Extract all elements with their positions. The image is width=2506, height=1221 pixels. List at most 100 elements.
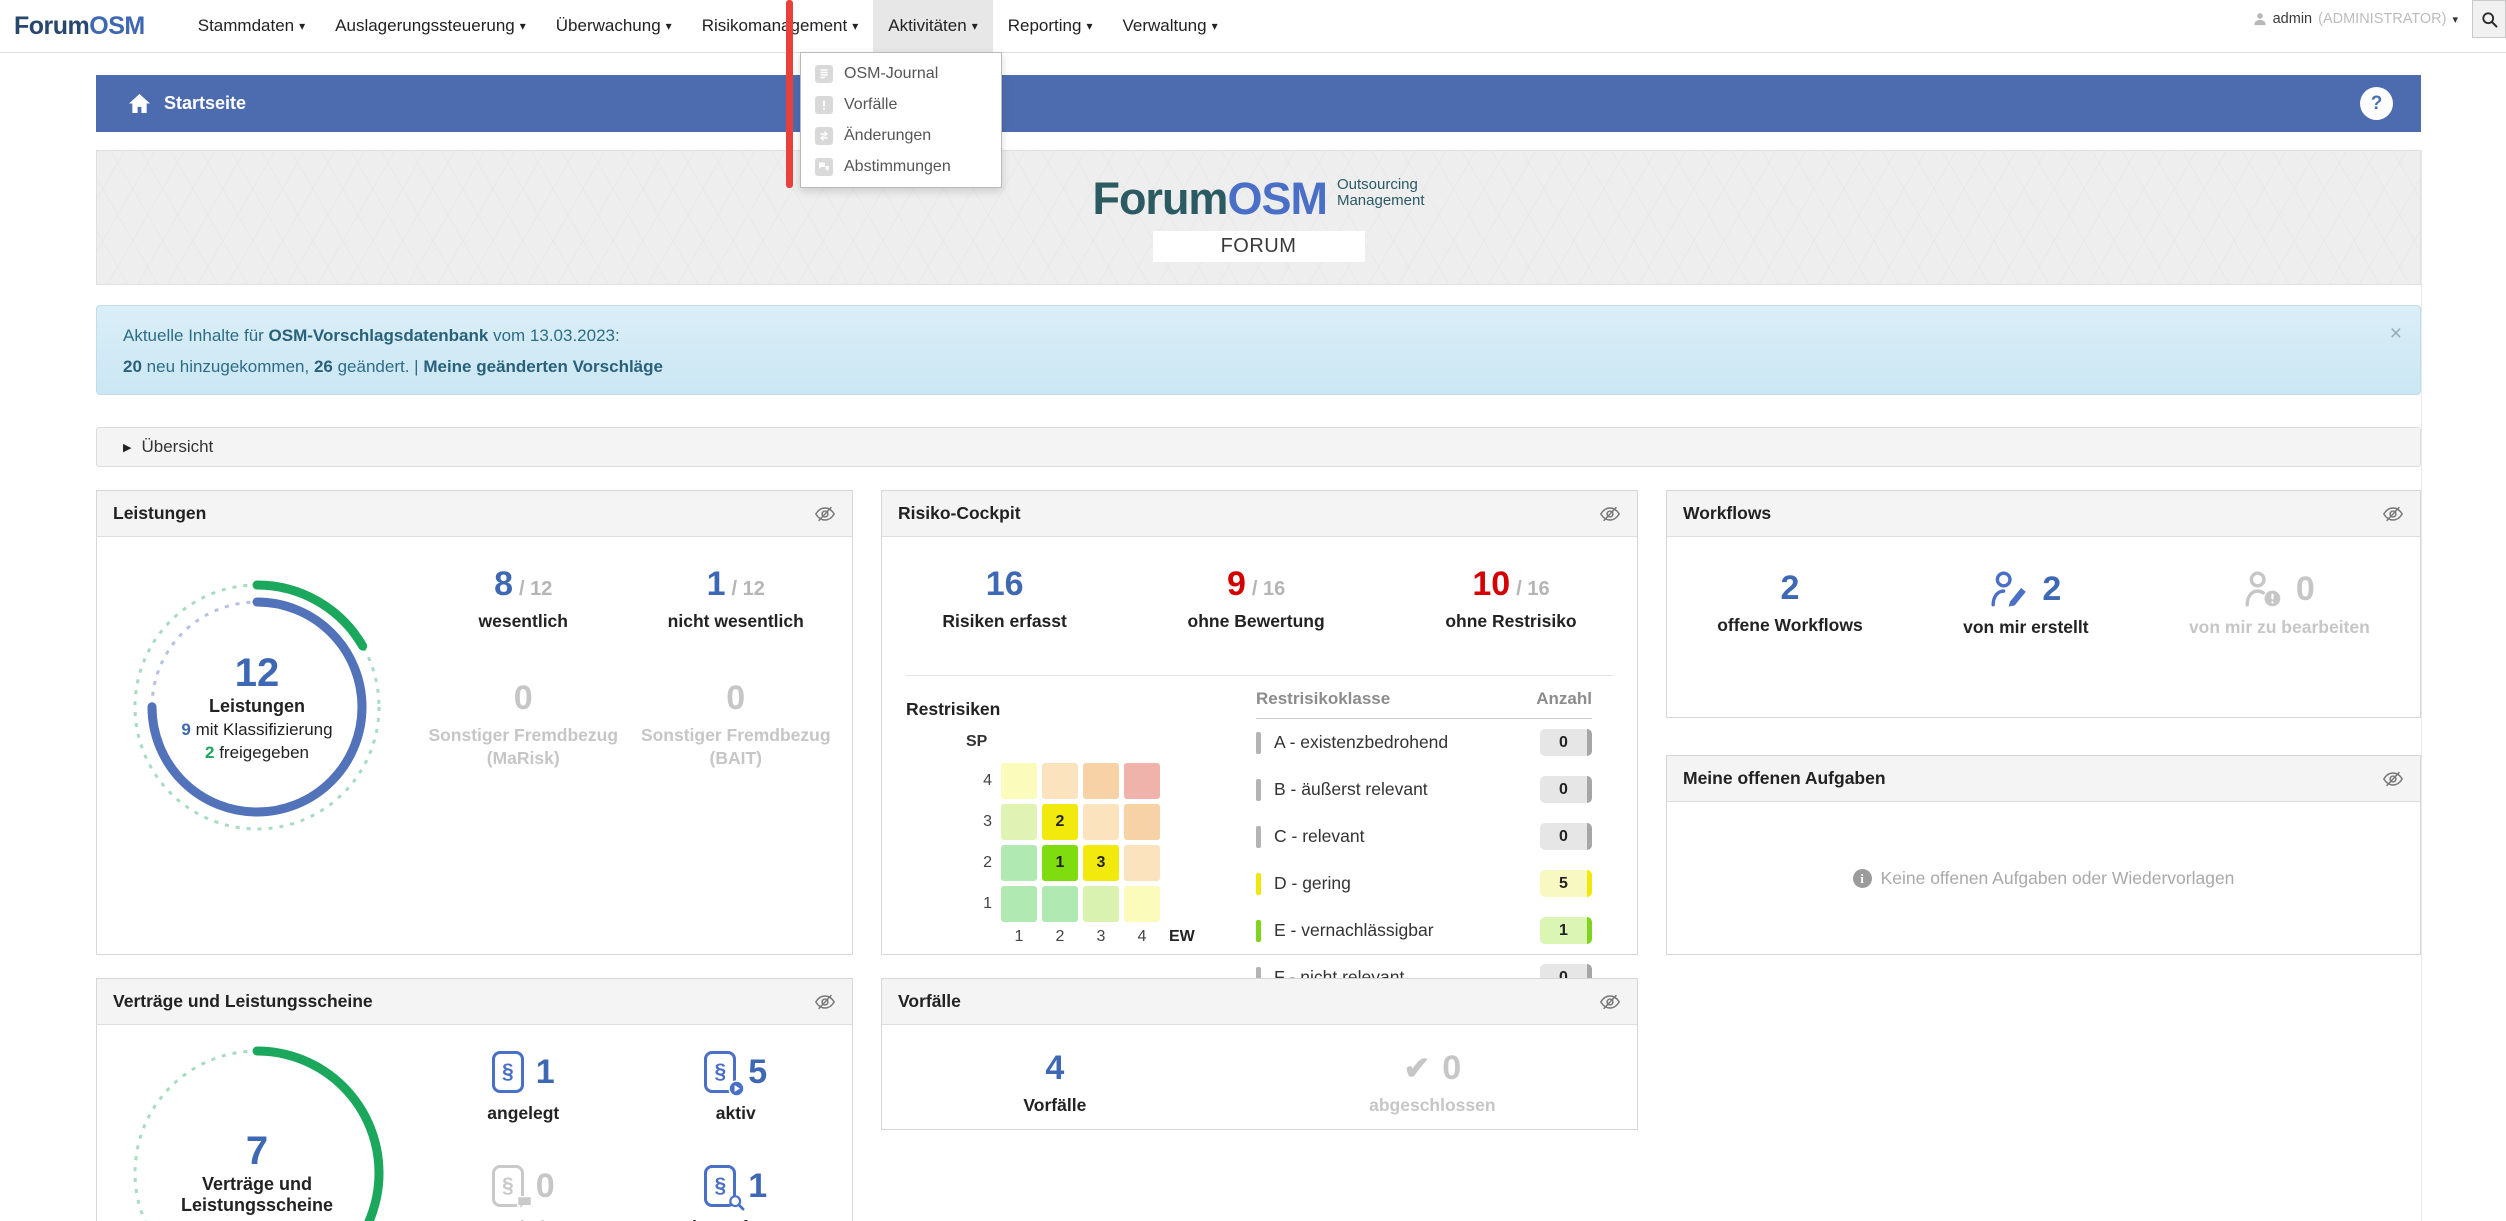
annotation-red-line — [786, 0, 793, 188]
nav-item-verwaltung[interactable]: Verwaltung▾ — [1107, 0, 1232, 52]
hide-card-button[interactable] — [814, 993, 836, 1011]
card-workflows: Workflows 2offene Workflows2von mir erst… — [1666, 490, 2421, 718]
risiko-stats: 16Risiken erfasst9/ 16ohne Bewertung10/ … — [882, 537, 1637, 633]
overview-label: Übersicht — [141, 437, 213, 457]
menu-item-osm-journal[interactable]: OSM-Journal — [801, 58, 1001, 89]
close-icon[interactable]: × — [2390, 318, 2402, 350]
heatmap-cell-sp4-ew1[interactable] — [1001, 763, 1037, 799]
menu-item-nderungen[interactable]: Änderungen — [801, 120, 1001, 151]
chevron-down-icon: ▾ — [852, 19, 858, 33]
stat-wesentlich: 8/ 12wesentlich — [417, 567, 630, 633]
collapse-arrow-icon: ▶ — [123, 441, 131, 454]
card-title: Vorfälle — [898, 991, 961, 1012]
heatmap-row-label: 1 — [966, 895, 992, 913]
hero-logo-part2: OSM — [1227, 173, 1327, 224]
count-badge: 0 — [1540, 729, 1592, 756]
nav-item-auslagerungssteuerung[interactable]: Auslagerungssteuerung▾ — [320, 0, 541, 52]
table-row-a-existenzbedrohend[interactable]: A - existenzbedrohend0 — [1256, 719, 1592, 766]
heatmap-cell-sp4-ew2[interactable] — [1042, 763, 1078, 799]
hide-card-button[interactable] — [1599, 993, 1621, 1011]
table-row-e-vernachl-ssigbar[interactable]: E - vernachlässigbar1 — [1256, 907, 1592, 954]
nav-item-aktivit-ten[interactable]: Aktivitäten▾ — [873, 0, 992, 52]
hide-card-button[interactable] — [1599, 505, 1621, 523]
main-menu: Stammdaten▾Auslagerungssteuerung▾Überwac… — [183, 0, 1233, 52]
restrisiken-heading: Restrisiken — [906, 699, 1000, 720]
heatmap-cell-sp3-ew1[interactable] — [1001, 804, 1037, 840]
menu-item-abstimmungen[interactable]: Abstimmungen — [801, 151, 1001, 182]
table-header-count: Anzahl — [1536, 689, 1592, 709]
heatmap-cell-sp1-ew3[interactable] — [1083, 886, 1119, 922]
paragraph-icon: § — [492, 1051, 524, 1093]
heatmap-col-label: 1 — [1001, 928, 1037, 946]
eye-slash-icon — [1599, 993, 1621, 1011]
workflows-stats: 2offene Workflows2von mir erstellt0von m… — [1667, 537, 2420, 639]
brand-logo[interactable]: ForumOSM — [14, 12, 145, 41]
heatmap-cell-sp3-ew4[interactable] — [1124, 804, 1160, 840]
alert-db-name: OSM-Vorschlagsdatenbank — [269, 326, 489, 345]
hero-logo-part1: Forum — [1092, 173, 1227, 224]
heatmap-cell-sp2-ew3[interactable]: 3 — [1083, 845, 1119, 881]
class-color-bar — [1256, 826, 1261, 848]
chevron-down-icon: ▾ — [1086, 19, 1092, 33]
user-menu[interactable]: admin (ADMINISTRATOR) ▾ — [2253, 0, 2458, 38]
class-color-bar — [1256, 732, 1261, 754]
count-badge: 0 — [1540, 823, 1592, 850]
heatmap-cell-sp2-ew4[interactable] — [1124, 845, 1160, 881]
heatmap-cell-sp4-ew3[interactable] — [1083, 763, 1119, 799]
table-row-b-u-erst-relevant[interactable]: B - äußerst relevant0 — [1256, 766, 1592, 813]
hero-forum-label: FORUM — [1153, 231, 1365, 262]
heatmap-cell-sp1-ew2[interactable] — [1042, 886, 1078, 922]
card-title: Risiko-Cockpit — [898, 503, 1021, 524]
chevron-down-icon: ▾ — [2452, 13, 2458, 26]
vertraege-donut-chart: 7 Verträge und Leistungsscheine — [125, 1041, 389, 1221]
heatmap-cell-sp2-ew2[interactable]: 1 — [1042, 845, 1078, 881]
overview-toggle[interactable]: ▶ Übersicht — [96, 427, 2421, 467]
vertraege-stats: §1angelegt§5aktiv§0angebahnt§1in Prüfung — [417, 1051, 842, 1221]
leistungen-donut-chart: 12 Leistungen 9 mit Klassifizierung 2 fr… — [125, 575, 389, 839]
heatmap-x-axis-label: EW — [1169, 928, 1195, 946]
my-changed-proposals-link[interactable]: Meine geänderten Vorschläge — [423, 357, 663, 376]
menu-item-vorf-lle[interactable]: Vorfälle — [801, 89, 1001, 120]
nav-item-reporting[interactable]: Reporting▾ — [993, 0, 1108, 52]
person-edit-icon — [1990, 571, 2030, 607]
nav-item-risikomanagement[interactable]: Risikomanagement▾ — [687, 0, 874, 52]
eye-slash-icon — [814, 993, 836, 1011]
nav-item-stammdaten[interactable]: Stammdaten▾ — [183, 0, 320, 52]
page-title: Startseite — [164, 93, 246, 114]
hide-card-button[interactable] — [2382, 505, 2404, 523]
table-row-c-relevant[interactable]: C - relevant0 — [1256, 813, 1592, 860]
hide-card-button[interactable] — [2382, 770, 2404, 788]
hero-logo: ForumOSM Outsourcing Management — [1092, 173, 1424, 225]
search-button[interactable] — [2472, 0, 2506, 38]
chevron-down-icon: ▾ — [1212, 19, 1218, 33]
table-header-class: Restrisikoklasse — [1256, 689, 1390, 709]
heatmap-cell-sp1-ew4[interactable] — [1124, 886, 1160, 922]
count-badge: 5 — [1540, 870, 1592, 897]
stat-abgeschlossen: ✔0abgeschlossen — [1369, 1051, 1495, 1117]
heatmap-y-axis-label: SP — [966, 733, 1195, 751]
home-icon — [128, 93, 151, 114]
news-alert: Aktuelle Inhalte für OSM-Vorschlagsdaten… — [96, 305, 2421, 395]
table-row-d-gering[interactable]: D - gering5 — [1256, 860, 1592, 907]
heatmap-cell-sp4-ew4[interactable] — [1124, 763, 1160, 799]
brand-part1: Forum — [14, 12, 89, 40]
stat-angelegt: §1angelegt — [417, 1051, 630, 1125]
eye-slash-icon — [2382, 770, 2404, 788]
card-title: Verträge und Leistungsscheine — [113, 991, 373, 1012]
help-button[interactable]: ? — [2360, 87, 2393, 120]
user-role: (ADMINISTRATOR) — [2318, 11, 2446, 27]
hide-card-button[interactable] — [814, 505, 836, 523]
forumosm-dashboard: ForumOSM Stammdaten▾Auslagerungssteuerun… — [0, 0, 2506, 1221]
journal-icon — [815, 65, 833, 83]
heatmap-cell-sp3-ew3[interactable] — [1083, 804, 1119, 840]
stat-ohne-restrisiko: 10/ 16ohne Restrisiko — [1445, 567, 1576, 633]
top-navbar: ForumOSM Stammdaten▾Auslagerungssteuerun… — [0, 0, 2506, 53]
chat-bubbles-icon — [815, 158, 833, 176]
alert-line2: 20 neu hinzugekommen, 26 geändert. | Mei… — [123, 354, 2394, 380]
heatmap-cell-sp2-ew1[interactable] — [1001, 845, 1037, 881]
nav-item-berwachung[interactable]: Überwachung▾ — [541, 0, 687, 52]
stat-sonstiger-fremdbezug-bait: 0Sonstiger Fremdbezug (BAIT) — [630, 681, 843, 770]
heatmap-cell-sp3-ew2[interactable]: 2 — [1042, 804, 1078, 840]
heatmap-col-label: 4 — [1124, 928, 1160, 946]
heatmap-cell-sp1-ew1[interactable] — [1001, 886, 1037, 922]
